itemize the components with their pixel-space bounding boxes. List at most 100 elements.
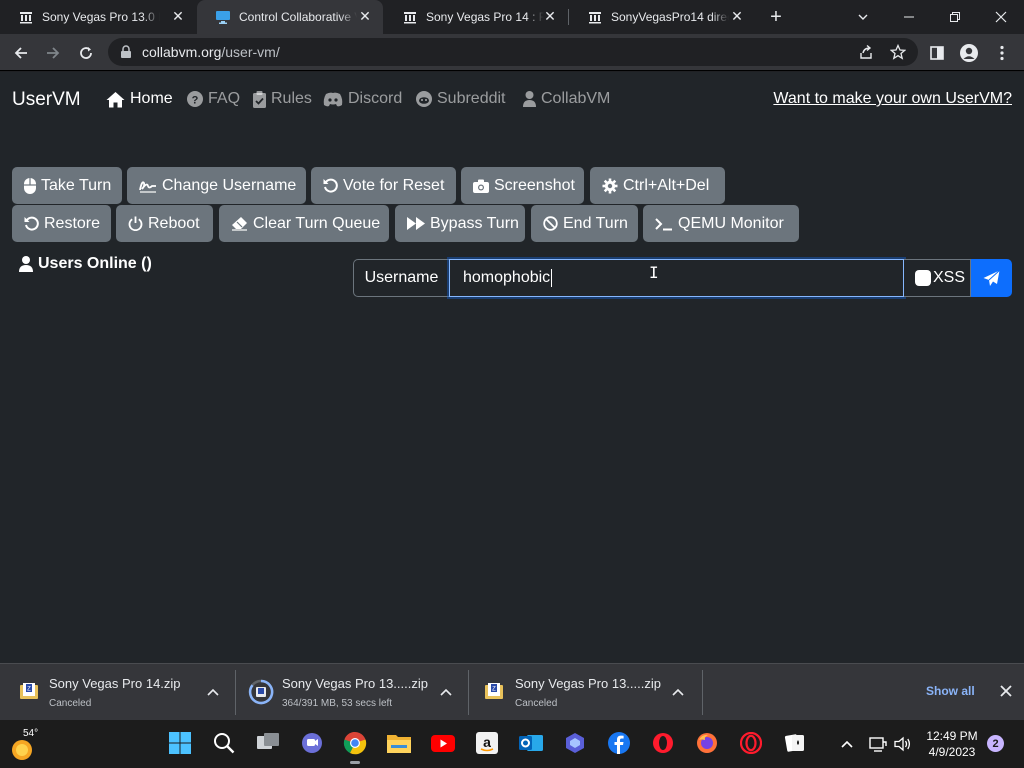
- nav-subreddit[interactable]: Subreddit: [416, 90, 506, 108]
- network-button[interactable]: [868, 734, 888, 754]
- volume-button[interactable]: [893, 734, 913, 754]
- nav-discord[interactable]: Discord: [323, 90, 402, 108]
- restore-button[interactable]: Restore: [12, 205, 111, 242]
- youtube-app[interactable]: [430, 730, 456, 756]
- vote-for-reset-button[interactable]: Vote for Reset: [311, 167, 456, 204]
- folder-icon: [387, 735, 411, 753]
- chrome-menu-button[interactable]: [991, 42, 1013, 64]
- nav-label: Subreddit: [437, 90, 506, 107]
- site-brand[interactable]: UserVM: [12, 89, 81, 111]
- tab-title: Sony Vegas Pro 14 : Fre: [426, 10, 544, 24]
- file-explorer-app[interactable]: [386, 730, 412, 756]
- screenshot-button[interactable]: Screenshot: [461, 167, 584, 204]
- xss-label: XSS: [933, 269, 966, 286]
- download-status: Canceled: [49, 698, 92, 709]
- page-content: UserVM Home ? FAQ Rules Discord Subreddi…: [0, 72, 1024, 663]
- tab-search-button[interactable]: [840, 0, 886, 34]
- ctrl-alt-del-button[interactable]: Ctrl+Alt+Del: [590, 167, 725, 204]
- task-view-button[interactable]: [255, 730, 281, 756]
- chrome-app[interactable]: [342, 730, 368, 764]
- task-view-icon: [257, 733, 279, 749]
- xss-toggle[interactable]: XSS: [904, 259, 971, 297]
- amazon-app[interactable]: a: [474, 730, 500, 756]
- search-button[interactable]: [211, 730, 237, 756]
- chat-message-input[interactable]: homophobic: [449, 259, 904, 297]
- teams-chat-app[interactable]: [299, 730, 325, 756]
- download-item[interactable]: Z Sony Vegas Pro 14.zip Canceled: [0, 664, 234, 721]
- windows-taskbar: 54° a 12:49 PM 4/9/2023 2: [0, 720, 1024, 768]
- close-icon[interactable]: ✕: [357, 8, 373, 24]
- share-icon[interactable]: [858, 44, 874, 60]
- xss-checkbox[interactable]: [915, 270, 931, 286]
- nav-collabvm[interactable]: CollabVM: [523, 90, 610, 108]
- reboot-button[interactable]: Reboot: [116, 205, 213, 242]
- address-bar[interactable]: collabvm.org/user-vm/: [108, 38, 918, 66]
- own-uservm-link[interactable]: Want to make your own UserVM?: [773, 90, 1012, 108]
- reload-button[interactable]: [73, 40, 99, 66]
- chevron-up-icon[interactable]: [205, 684, 221, 700]
- back-button[interactable]: [8, 40, 34, 66]
- tab-control-collaborative[interactable]: Control Collaborative V ✕: [197, 0, 383, 34]
- qemu-monitor-button[interactable]: QEMU Monitor: [643, 205, 799, 242]
- chevron-up-icon[interactable]: [670, 684, 686, 700]
- side-panel-button[interactable]: [926, 42, 948, 64]
- profile-button[interactable]: [958, 42, 980, 64]
- tab-sony-vegas-14[interactable]: Sony Vegas Pro 14 : Fre ✕: [384, 0, 568, 34]
- firefox-app[interactable]: [694, 730, 720, 756]
- take-turn-button[interactable]: Take Turn: [12, 167, 122, 204]
- close-icon[interactable]: ✕: [542, 8, 558, 24]
- minimize-button[interactable]: [886, 0, 932, 34]
- system-clock[interactable]: 12:49 PM 4/9/2023: [924, 728, 980, 760]
- outlook-app[interactable]: [518, 730, 544, 756]
- start-button[interactable]: [167, 730, 193, 756]
- chevron-down-icon: [858, 14, 868, 20]
- bypass-turn-button[interactable]: Bypass Turn: [395, 205, 525, 242]
- tab-sony-vegas-direct[interactable]: SonyVegasPro14 direct ✕: [569, 0, 755, 34]
- show-all-downloads-link[interactable]: Show all: [926, 684, 975, 698]
- notification-badge[interactable]: 2: [987, 735, 1004, 752]
- download-item[interactable]: Z Sony Vegas Pro 13.....zip Canceled: [469, 664, 701, 721]
- chevron-up-icon: [841, 740, 853, 748]
- undo-icon: [24, 216, 39, 231]
- show-hidden-icons-button[interactable]: [837, 734, 857, 754]
- clock-date: 4/9/2023: [928, 745, 976, 759]
- chevron-up-icon[interactable]: [438, 684, 454, 700]
- opera-app[interactable]: [650, 730, 676, 756]
- change-username-button[interactable]: Change Username: [127, 167, 306, 204]
- solitaire-app[interactable]: [782, 730, 808, 756]
- star-icon[interactable]: [890, 44, 906, 60]
- button-label: Change Username: [162, 176, 297, 194]
- forward-button[interactable]: [40, 40, 66, 66]
- close-window-button[interactable]: [978, 0, 1024, 34]
- tab-sony-vegas-13[interactable]: Sony Vegas Pro 13.0 Bu ✕: [0, 0, 196, 34]
- weather-widget[interactable]: 54°: [8, 728, 44, 762]
- downloads-bar: Z Sony Vegas Pro 14.zip Canceled Sony Ve…: [0, 663, 1024, 720]
- zip-file-icon: Z: [485, 683, 503, 699]
- clear-turn-queue-button[interactable]: Clear Turn Queue: [219, 205, 389, 242]
- send-button[interactable]: [971, 259, 1012, 297]
- new-tab-button[interactable]: +: [766, 7, 786, 27]
- username-label[interactable]: Username: [353, 259, 449, 297]
- nav-home[interactable]: Home: [106, 90, 173, 108]
- archive-org-icon: [404, 12, 416, 24]
- archive-org-icon: [20, 12, 32, 24]
- reload-icon: [80, 47, 92, 59]
- button-label: Ctrl+Alt+Del: [623, 176, 710, 194]
- clipchamp-app[interactable]: [562, 730, 588, 756]
- nav-rules[interactable]: Rules: [253, 90, 312, 108]
- nav-faq[interactable]: ? FAQ: [187, 90, 240, 108]
- ban-icon: [543, 216, 558, 231]
- amazon-icon: a: [476, 732, 498, 754]
- close-icon[interactable]: ✕: [170, 8, 186, 24]
- text-caret: [551, 269, 553, 287]
- restore-window-button[interactable]: [932, 0, 978, 34]
- download-filename: Sony Vegas Pro 14.zip: [49, 676, 181, 691]
- end-turn-button[interactable]: End Turn: [531, 205, 638, 242]
- download-item[interactable]: Sony Vegas Pro 13.....zip 364/391 MB, 53…: [236, 664, 468, 721]
- facebook-app[interactable]: [606, 730, 632, 756]
- close-icon[interactable]: [998, 683, 1014, 699]
- opera-gx-app[interactable]: [738, 730, 764, 756]
- temperature: 54°: [23, 728, 39, 739]
- close-icon[interactable]: ✕: [729, 8, 745, 24]
- firefox-icon: [697, 733, 717, 753]
